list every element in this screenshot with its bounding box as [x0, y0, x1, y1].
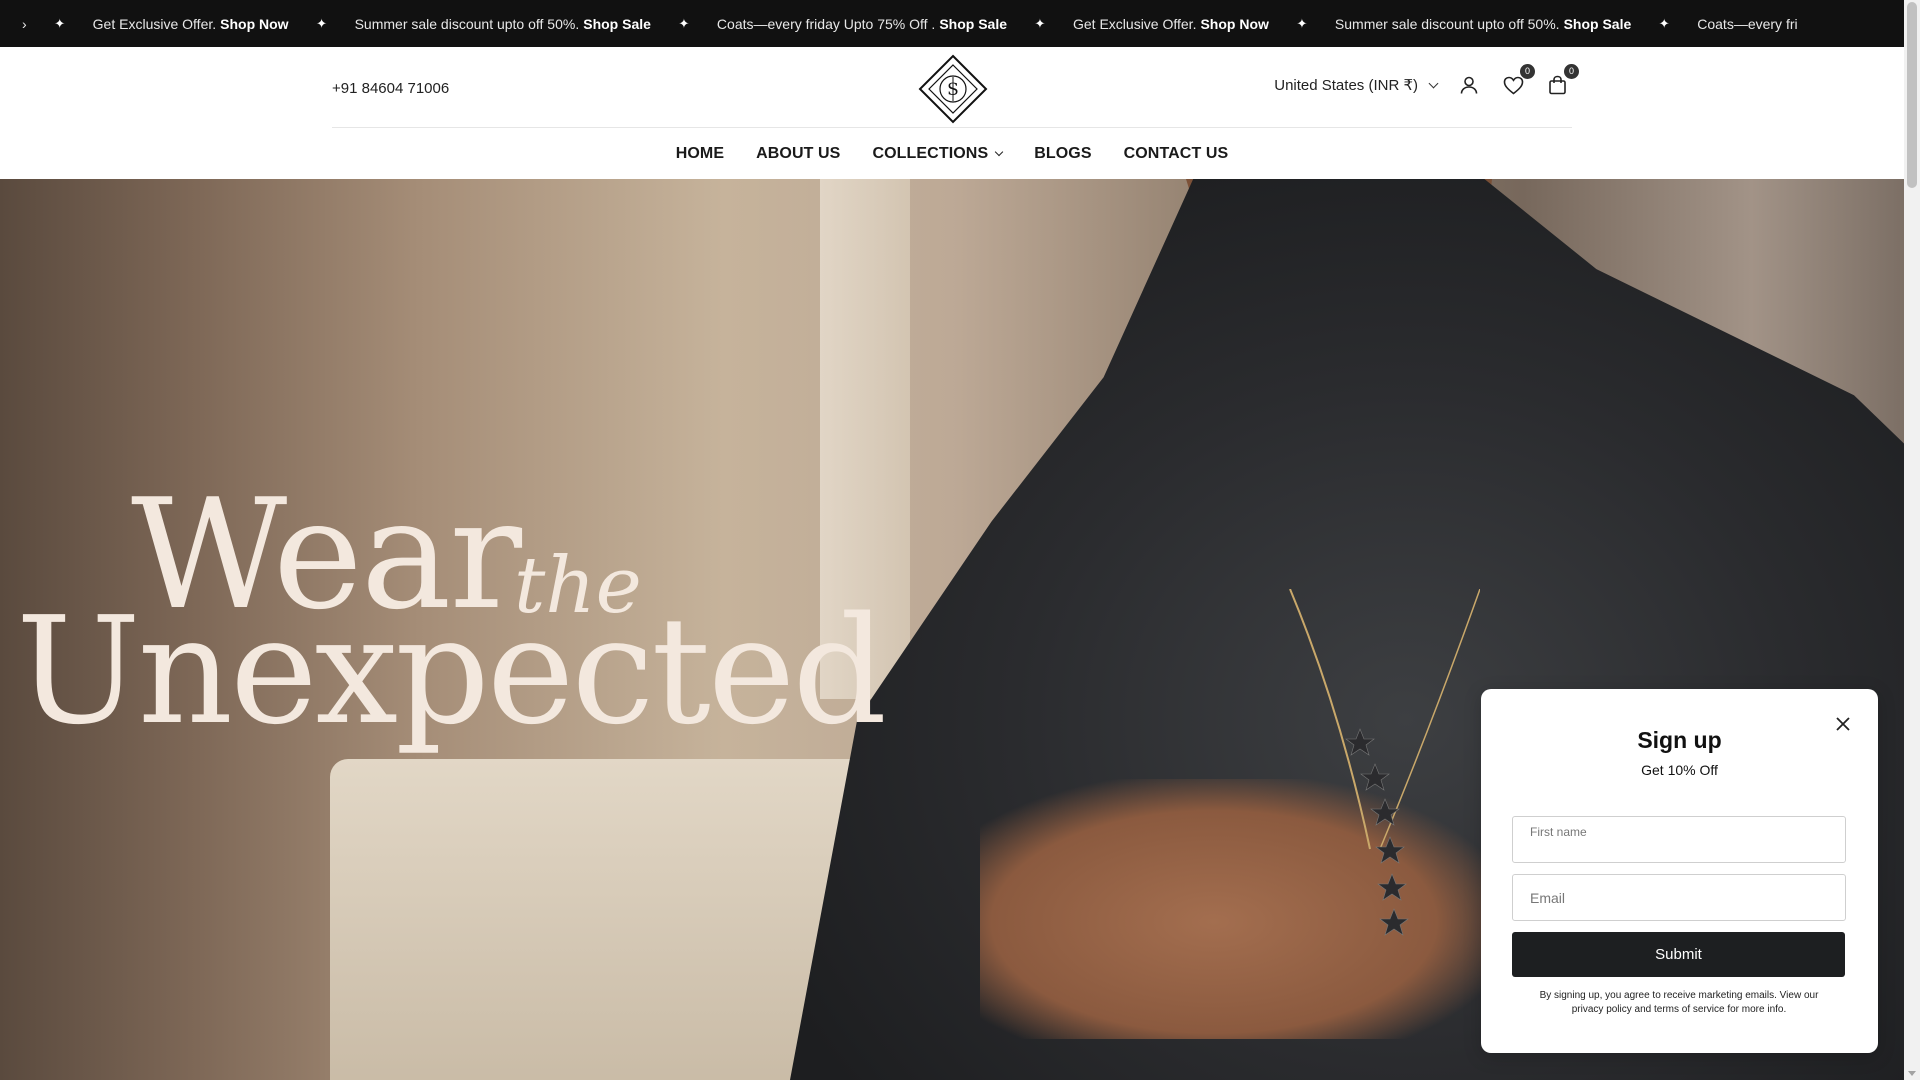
announcement-item: Summer sale discount upto off 50%. Shop …: [1335, 16, 1631, 32]
country-label: United States (INR ₹): [1274, 77, 1418, 94]
nav-item-home[interactable]: HOME: [676, 145, 724, 163]
separator-star-icon: ✦: [678, 15, 690, 31]
site-logo[interactable]: S: [917, 53, 989, 125]
cart-count-badge: 0: [1564, 64, 1579, 79]
site-header: +91 84604 71006 S United States (INR ₹) …: [0, 47, 1904, 179]
submit-button[interactable]: Submit: [1512, 932, 1845, 977]
announcement-text: Summer sale discount upto off 50%.: [354, 15, 580, 32]
first-name-input[interactable]: [1528, 824, 1832, 840]
signup-popup: Sign up Get 10% Off Submit By signing up…: [1481, 689, 1878, 1053]
shopping-bag-icon: [1548, 75, 1566, 95]
nav-item-about-us[interactable]: ABOUT US: [756, 145, 840, 163]
nav-item-blogs[interactable]: BLOGS: [1034, 145, 1091, 163]
country-selector[interactable]: United States (INR ₹): [1274, 76, 1439, 94]
cart-button[interactable]: 0: [1545, 64, 1579, 97]
announcement-text: Coats—every friday Upto 75% Off .: [716, 15, 936, 32]
account-button[interactable]: [1457, 73, 1481, 97]
diamond-s-monogram-logo-icon: S: [918, 54, 988, 124]
separator-star-icon: ✦: [1296, 15, 1308, 31]
email-field-wrapper: [1512, 874, 1846, 921]
separator-star-icon: ✦: [1034, 15, 1046, 31]
announcement-link[interactable]: Shop Sale: [1564, 16, 1632, 32]
wishlist-button[interactable]: 0: [1501, 64, 1535, 97]
announcement-link[interactable]: Shop Sale: [583, 16, 651, 32]
announcement-link[interactable]: Shop Now: [220, 16, 288, 32]
header-actions: United States (INR ₹) 0 0: [1274, 64, 1579, 100]
nav-item-contact-us[interactable]: CONTACT US: [1124, 145, 1229, 163]
nav-item-collections-label: COLLECTIONS: [872, 144, 989, 162]
separator-star-icon: ✦: [54, 15, 66, 31]
announcement-link[interactable]: Shop Now: [1200, 16, 1268, 32]
separator-star-icon: ✦: [316, 15, 328, 31]
chevron-down-icon: [994, 147, 1004, 156]
announcement-link[interactable]: Shop Sale: [939, 16, 1007, 32]
nav-item-collections[interactable]: COLLECTIONS: [872, 144, 1004, 163]
announcement-item: Get Exclusive Offer. Shop Now: [1073, 16, 1269, 32]
popup-title: Sign up: [1637, 727, 1722, 753]
hero-headline-unexpected: Unexpected: [16, 585, 887, 757]
separator-star-icon: ✦: [1658, 15, 1670, 31]
announcement-item: Summer sale discount upto off 50%. Shop …: [355, 16, 651, 32]
announcement-text: Get Exclusive Offer.: [1073, 15, 1197, 32]
scrollbar-thumb[interactable]: [1907, 2, 1917, 188]
announcement-item: Get Exclusive Offer. Shop Now: [93, 16, 289, 32]
announcement-text: Summer sale discount upto off 50%.: [1334, 15, 1560, 32]
star-necklace-image: [1289, 589, 1480, 936]
first-name-field-wrapper: [1512, 816, 1846, 863]
announcement-text: Get Exclusive Offer.: [92, 15, 217, 32]
scroll-down-arrow-icon[interactable]: [1908, 1071, 1916, 1076]
announcement-item: Coats—every friday Upto 75% Off . Shop S…: [717, 16, 1007, 32]
page-scrollbar[interactable]: [1904, 0, 1920, 1080]
phone-number[interactable]: +91 84604 71006: [332, 80, 449, 97]
heart-icon: [1503, 76, 1523, 95]
announcement-trailing-fragment: Coats—every fri: [1697, 15, 1798, 32]
chevron-down-icon: [1428, 78, 1439, 88]
announcement-lead-fragment: ›: [22, 15, 27, 32]
popup-subtitle: Get 10% Off: [1641, 762, 1718, 778]
announcement-bar: › ✦ Get Exclusive Offer. Shop Now ✦ Summ…: [0, 0, 1904, 47]
main-navigation: HOME ABOUT US COLLECTIONS BLOGS CONTACT …: [0, 128, 1904, 179]
email-input[interactable]: [1528, 889, 1832, 907]
wishlist-count-badge: 0: [1520, 64, 1535, 79]
announcement-track: › ✦ Get Exclusive Offer. Shop Now ✦ Summ…: [22, 0, 1798, 47]
popup-fine-print: By signing up, you agree to receive mark…: [1539, 990, 1819, 1015]
user-icon: [1460, 76, 1478, 94]
